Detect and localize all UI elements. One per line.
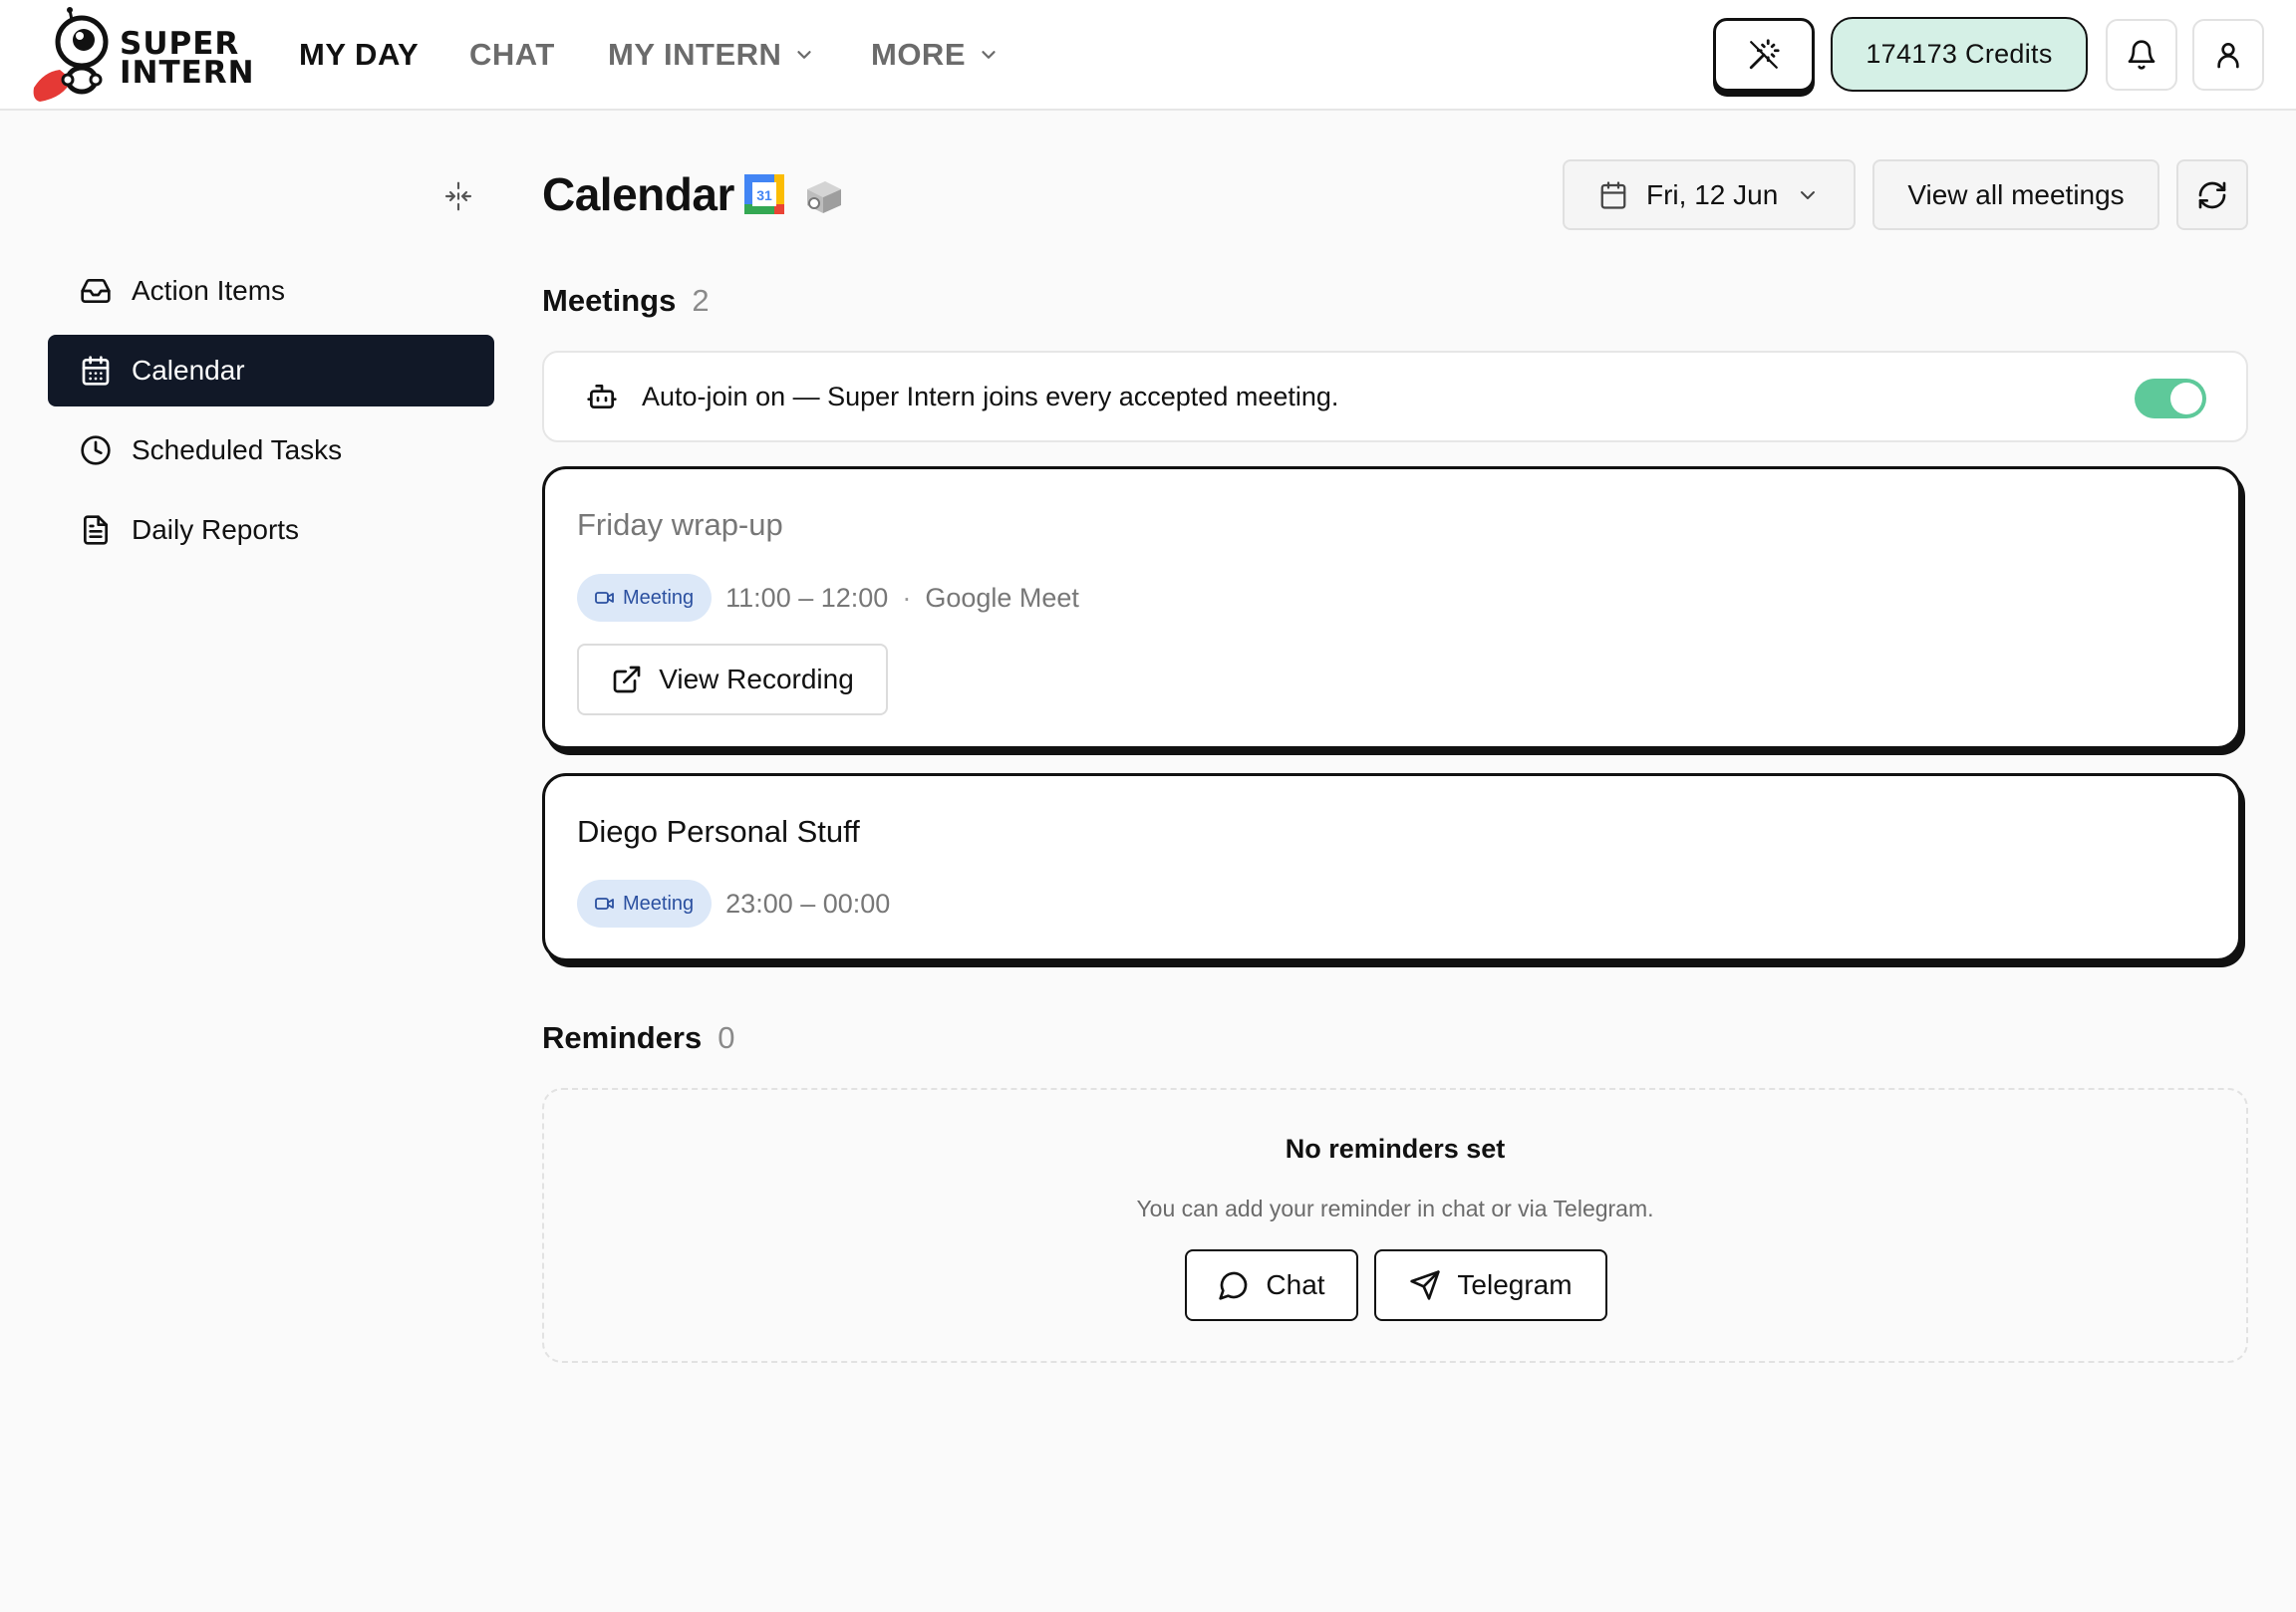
page-title: Calendar bbox=[542, 168, 734, 220]
meeting-title: Diego Personal Stuff bbox=[577, 814, 860, 849]
auto-join-text: Auto-join on — Super Intern joins every … bbox=[642, 381, 1339, 411]
sidebar-item-label: Calendar bbox=[132, 355, 245, 386]
chevron-down-icon bbox=[982, 51, 996, 59]
reminders-count: 0 bbox=[718, 1020, 735, 1055]
nav-chat[interactable]: CHAT bbox=[469, 34, 555, 76]
meeting-badge-label: Meeting bbox=[623, 586, 695, 609]
chat-button-label: Chat bbox=[1266, 1269, 1325, 1300]
nav-more-label: MORE bbox=[871, 37, 966, 72]
meeting-card[interactable]: Diego Personal Stuff Meeting 23:00 – 00:… bbox=[542, 773, 2241, 961]
video-camera-icon bbox=[595, 592, 614, 604]
google-calendar-icon[interactable]: 31 bbox=[743, 173, 785, 215]
reminders-heading: Reminders 0 bbox=[542, 1020, 734, 1056]
inbox-icon bbox=[81, 279, 111, 303]
message-circle-icon bbox=[1219, 1271, 1248, 1300]
calendar-icon bbox=[1600, 180, 1626, 209]
super-intern-logo[interactable]: SUPER INTERN bbox=[30, 6, 259, 104]
meetings-count: 2 bbox=[692, 283, 710, 318]
bot-icon bbox=[587, 385, 617, 408]
toggle-knob bbox=[2170, 383, 2202, 414]
nav-my-day[interactable]: MY DAY bbox=[299, 34, 419, 76]
view-recording-button[interactable]: View Recording bbox=[577, 644, 888, 715]
sidebar-item-action-items[interactable]: Action Items bbox=[48, 255, 494, 327]
sidebar-item-calendar[interactable]: Calendar bbox=[48, 335, 494, 406]
nav-my-intern[interactable]: MY INTERN bbox=[608, 34, 815, 76]
chat-button[interactable]: Chat bbox=[1185, 1249, 1358, 1321]
refresh-icon bbox=[2198, 181, 2226, 208]
file-text-icon bbox=[84, 515, 108, 545]
reminders-label: Reminders bbox=[542, 1020, 703, 1055]
logo-wordmark: SUPER INTERN bbox=[120, 29, 255, 91]
meeting-meta: Meeting 11:00 – 12:00 · Google Meet bbox=[577, 574, 1079, 622]
refresh-button[interactable] bbox=[2176, 159, 2248, 230]
profile-button[interactable] bbox=[2192, 19, 2264, 91]
empty-state-subtitle: You can add your reminder in chat or via… bbox=[1136, 1196, 1654, 1221]
robot-mascot-icon bbox=[33, 7, 109, 102]
telegram-button[interactable]: Telegram bbox=[1374, 1249, 1607, 1321]
sidebar-item-daily-reports[interactable]: Daily Reports bbox=[48, 494, 494, 566]
external-link-icon bbox=[613, 666, 641, 693]
top-navigation-bar: SUPER INTERN MY DAY CHAT MY INTERN MORE … bbox=[0, 0, 2296, 111]
svg-text:31: 31 bbox=[756, 187, 772, 203]
sidebar-item-label: Action Items bbox=[132, 275, 286, 306]
meetings-label: Meetings bbox=[542, 283, 677, 318]
credits-label: 174173 Credits bbox=[1866, 39, 2053, 69]
meeting-badge-label: Meeting bbox=[623, 892, 695, 915]
nav-my-day-label: MY DAY bbox=[299, 37, 420, 72]
meeting-badge: Meeting bbox=[577, 574, 713, 622]
video-camera-icon bbox=[595, 898, 614, 910]
notifications-button[interactable] bbox=[2106, 19, 2177, 91]
meeting-card[interactable]: Friday wrap-up Meeting 11:00 – 12:00 · G… bbox=[542, 466, 2241, 749]
bell-icon bbox=[2128, 40, 2155, 70]
outlook-box-icon[interactable] bbox=[801, 173, 845, 217]
chevron-down-icon bbox=[1801, 190, 1816, 199]
nav-chat-label: CHAT bbox=[469, 37, 555, 72]
magic-wand-icon bbox=[1749, 39, 1780, 70]
view-all-meetings-button[interactable]: View all meetings bbox=[1872, 159, 2159, 230]
selected-date: Fri, 12 Jun bbox=[1646, 178, 1779, 210]
send-icon bbox=[1410, 1270, 1441, 1300]
meeting-badge: Meeting bbox=[577, 880, 713, 928]
meeting-title: Friday wrap-up bbox=[577, 507, 783, 542]
reminders-empty-state: No reminders set You can add your remind… bbox=[542, 1088, 2248, 1363]
view-all-meetings-label: View all meetings bbox=[1907, 178, 2125, 210]
telegram-button-label: Telegram bbox=[1457, 1269, 1573, 1300]
user-icon bbox=[2217, 43, 2239, 69]
meeting-time: 23:00 – 00:00 bbox=[725, 888, 891, 919]
calendar-icon bbox=[82, 356, 110, 386]
meta-separator: · bbox=[902, 582, 912, 613]
chevron-down-icon bbox=[797, 51, 812, 59]
collapse-sidebar-icon[interactable] bbox=[442, 180, 474, 212]
sidebar-item-scheduled-tasks[interactable]: Scheduled Tasks bbox=[48, 414, 494, 486]
sidebar-item-label: Daily Reports bbox=[132, 514, 300, 545]
auto-join-toggle[interactable] bbox=[2135, 379, 2206, 418]
meetings-heading: Meetings 2 bbox=[542, 283, 710, 319]
clock-icon bbox=[81, 435, 111, 465]
auto-join-bar: Auto-join on — Super Intern joins every … bbox=[542, 351, 2248, 442]
credits-button[interactable]: 174173 Credits bbox=[1831, 17, 2088, 92]
sidebar-item-label: Scheduled Tasks bbox=[132, 434, 343, 465]
view-recording-label: View Recording bbox=[659, 664, 854, 694]
nav-my-intern-label: MY INTERN bbox=[608, 37, 782, 72]
meeting-meta: Meeting 23:00 – 00:00 bbox=[577, 880, 890, 928]
nav-more[interactable]: MORE bbox=[871, 34, 1000, 76]
magic-wand-button[interactable] bbox=[1713, 18, 1815, 92]
meeting-location: Google Meet bbox=[925, 582, 1079, 613]
empty-state-title: No reminders set bbox=[1285, 1134, 1506, 1164]
logo-line-2: INTERN bbox=[120, 55, 255, 91]
date-picker-button[interactable]: Fri, 12 Jun bbox=[1563, 159, 1856, 230]
meeting-time: 11:00 – 12:00 bbox=[725, 582, 889, 613]
